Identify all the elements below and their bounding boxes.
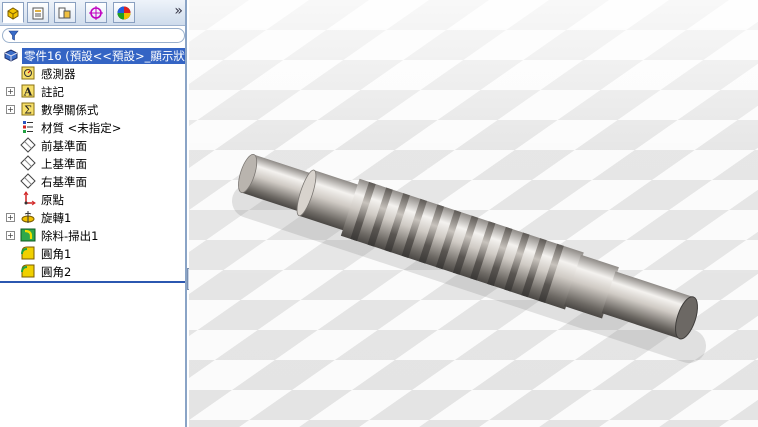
plane-icon (20, 173, 36, 189)
more-tabs-chevron-icon[interactable]: » (174, 3, 183, 19)
sensor-icon (21, 66, 35, 80)
material-icon (23, 121, 33, 133)
expand-toggle-icon[interactable]: + (6, 213, 15, 222)
tree-item-label: 註記 (41, 85, 64, 99)
tree-item-label: 上基準面 (41, 157, 87, 171)
plane-icon (20, 155, 36, 171)
expand-toggle-icon[interactable]: + (6, 105, 15, 114)
tree-item-fillet1[interactable]: 圓角1 (0, 244, 185, 262)
graphics-viewport[interactable] (189, 0, 758, 427)
tree-item-annotations[interactable]: + A 註記 (0, 82, 185, 100)
tree-item-label: 原點 (41, 193, 64, 207)
tree-item-label: 除料-掃出1 (41, 229, 99, 243)
tree-item-label: 圓角2 (41, 265, 72, 279)
revolve-icon (21, 211, 35, 223)
tree-item-revolve1[interactable]: + 旋轉1 (0, 208, 185, 226)
plane-icon (20, 137, 36, 153)
sweep-cut-icon (20, 228, 36, 242)
origin-icon (23, 191, 36, 206)
feature-manager-panel: » 零件16 (預設<<預設>_顯示狀態 感測器 + A 註記 + Σ 數學關係… (0, 0, 187, 427)
tree-item-label: 數學關係式 (41, 103, 99, 117)
tree-item-top-plane[interactable]: 上基準面 (0, 154, 185, 172)
tree-item-equations[interactable]: + Σ 數學關係式 (0, 100, 185, 118)
part-icon (4, 49, 18, 62)
tree-item-origin[interactable]: 原點 (0, 190, 185, 208)
tree-item-label: 圓角1 (41, 247, 72, 261)
dimxpert-manager-tab[interactable] (85, 2, 107, 23)
annotation-icon: A (21, 84, 35, 99)
fillet-icon (21, 264, 35, 278)
filter-funnel-icon (8, 30, 19, 41)
tree-item-material[interactable]: 材質 <未指定> (0, 118, 185, 136)
tree-item-fillet2[interactable]: 圓角2 (0, 262, 185, 280)
tree-item-front-plane[interactable]: 前基準面 (0, 136, 185, 154)
svg-text:Σ: Σ (24, 104, 32, 117)
display-manager-tab[interactable] (113, 2, 135, 23)
expand-toggle-icon[interactable]: + (6, 87, 15, 96)
svg-text:A: A (23, 86, 33, 99)
tree-item-label: 旋轉1 (41, 211, 72, 225)
tree-root-part[interactable]: 零件16 (預設<<預設>_顯示狀態 (0, 46, 185, 64)
tree-item-label: 感測器 (41, 67, 76, 81)
tree-item-label: 材質 <未指定> (41, 121, 122, 135)
tree-filter-input[interactable] (2, 28, 185, 43)
feature-manager-icon (7, 6, 19, 20)
equation-icon: Σ (21, 102, 35, 117)
expand-toggle-icon[interactable]: + (6, 231, 15, 240)
property-manager-tab[interactable] (27, 2, 49, 23)
tree-item-sensors[interactable]: 感測器 (0, 64, 185, 82)
rollback-bar[interactable] (0, 281, 185, 283)
tree-item-right-plane[interactable]: 右基準面 (0, 172, 185, 190)
part-name-label: 零件16 (預設<<預設>_顯示狀態 (22, 48, 185, 64)
configuration-manager-icon (58, 7, 71, 18)
dimxpert-icon (89, 5, 103, 20)
configuration-manager-tab[interactable] (54, 2, 76, 23)
tree-item-label: 右基準面 (41, 175, 87, 189)
display-manager-icon (117, 6, 131, 19)
fillet-icon (21, 246, 35, 260)
feature-manager-tab[interactable] (2, 2, 24, 23)
manager-tab-bar: » (0, 0, 185, 26)
tree-item-label: 前基準面 (41, 139, 87, 153)
tree-item-sweep-cut1[interactable]: + 除料-掃出1 (0, 226, 185, 244)
graphics-area-canvas (189, 0, 758, 427)
property-manager-icon (32, 7, 44, 19)
